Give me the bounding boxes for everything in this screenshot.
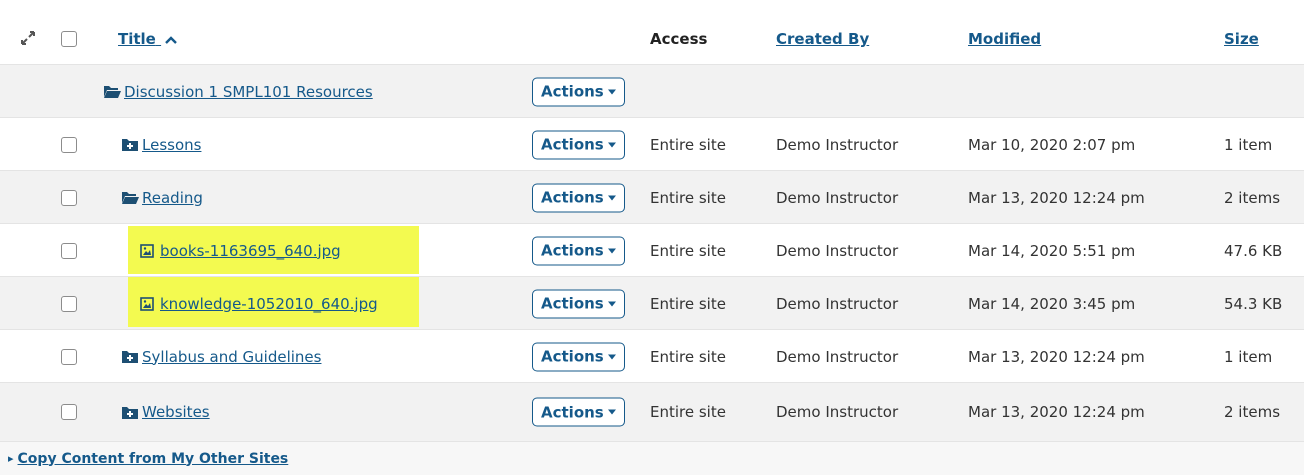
title-cell[interactable]: Syllabus and Guidelines (122, 330, 321, 383)
size-cell: 54.3 KB (1224, 294, 1283, 313)
folder-open-icon (104, 85, 121, 99)
row-checkbox[interactable] (61, 242, 77, 259)
access-cell: Entire site (650, 347, 726, 366)
actions-button[interactable]: Actions (532, 236, 625, 265)
folder-plus-icon (122, 405, 139, 419)
folder-plus-icon (122, 138, 139, 152)
select-all-checkbox[interactable] (61, 31, 77, 47)
image-file-icon (140, 243, 157, 258)
copy-content-cell[interactable]: ▸ Copy Content from My Other Sites (8, 442, 288, 475)
modified-cell: Mar 13, 2020 12:24 pm (968, 188, 1145, 207)
created-by-cell: Demo Instructor (776, 294, 899, 313)
item-link[interactable]: knowledge-1052010_640.jpg (160, 295, 378, 313)
expand-icon[interactable] (20, 30, 36, 50)
caret-down-icon (607, 301, 616, 306)
size-cell: 1 item (1224, 135, 1273, 154)
caret-down-icon (607, 248, 616, 253)
table-row: Syllabus and Guidelines Actions Entire s… (0, 329, 1304, 383)
sort-ascending-icon (165, 30, 177, 48)
copy-content-link[interactable]: Copy Content from My Other Sites (18, 451, 289, 467)
folder-plus-icon (122, 350, 139, 364)
actions-button[interactable]: Actions (532, 289, 625, 318)
row-checkbox[interactable] (61, 348, 77, 365)
size-cell: 47.6 KB (1224, 241, 1283, 260)
title-cell[interactable]: Lessons (122, 118, 201, 171)
created-by-cell: Demo Instructor (776, 403, 899, 421)
title-column-header[interactable]: Title (118, 14, 177, 64)
modified-cell: Mar 10, 2020 2:07 pm (968, 135, 1136, 154)
title-cell[interactable]: Reading (122, 171, 203, 224)
folder-open-icon (122, 191, 139, 205)
caret-down-icon (607, 89, 616, 94)
row-checkbox[interactable] (61, 136, 77, 153)
created-by-sort-link[interactable]: Created By (776, 30, 869, 48)
created-by-cell: Demo Instructor (776, 241, 899, 260)
title-cell[interactable]: books-1163695_640.jpg (140, 224, 341, 277)
created-by-cell: Demo Instructor (776, 347, 899, 366)
item-link[interactable]: Syllabus and Guidelines (142, 348, 321, 366)
actions-button[interactable]: Actions (532, 77, 625, 106)
title-header-label: Title (118, 30, 156, 48)
modified-sort-link[interactable]: Modified (968, 30, 1041, 48)
table-row: Lessons Actions Entire site Demo Instruc… (0, 117, 1304, 171)
parent-folder-link[interactable]: Discussion 1 SMPL101 Resources (124, 83, 373, 101)
title-sort-link[interactable]: Title (118, 30, 177, 48)
title-cell[interactable]: Websites (122, 383, 210, 441)
created-by-cell: Demo Instructor (776, 188, 899, 207)
row-checkbox[interactable] (61, 295, 77, 312)
modified-column-header[interactable]: Modified (968, 14, 1041, 64)
modified-cell: Mar 13, 2020 12:24 pm (968, 347, 1145, 366)
actions-button[interactable]: Actions (532, 342, 625, 371)
table-row: Websites Actions Entire site Demo Instru… (0, 382, 1304, 441)
table-row: Reading Actions Entire site Demo Instruc… (0, 170, 1304, 224)
access-cell: Entire site (650, 294, 726, 313)
caret-down-icon (607, 354, 616, 359)
modified-cell: Mar 14, 2020 5:51 pm (968, 241, 1136, 260)
actions-button[interactable]: Actions (532, 130, 625, 159)
select-all-checkbox-cell (61, 14, 77, 64)
caret-right-icon: ▸ (8, 452, 14, 465)
access-cell: Entire site (650, 135, 726, 154)
access-cell: Entire site (650, 188, 726, 207)
copy-content-bar: ▸ Copy Content from My Other Sites (0, 441, 1304, 475)
size-column-header[interactable]: Size (1224, 14, 1259, 64)
title-cell[interactable]: knowledge-1052010_640.jpg (140, 277, 378, 330)
table-row: books-1163695_640.jpg Actions Entire sit… (0, 223, 1304, 277)
size-cell: 1 item (1224, 347, 1273, 366)
table-row: knowledge-1052010_640.jpg Actions Entire… (0, 276, 1304, 330)
caret-down-icon (607, 195, 616, 200)
size-sort-link[interactable]: Size (1224, 30, 1259, 48)
image-file-icon (140, 296, 157, 311)
caret-down-icon (607, 142, 616, 147)
actions-button[interactable]: Actions (532, 183, 625, 212)
table-row: Discussion 1 SMPL101 Resources Actions (0, 64, 1304, 118)
access-column-header: Access (650, 30, 708, 48)
row-checkbox[interactable] (61, 404, 77, 420)
created-by-column-header[interactable]: Created By (776, 14, 869, 64)
modified-cell: Mar 14, 2020 3:45 pm (968, 294, 1136, 313)
item-link[interactable]: Lessons (142, 136, 201, 154)
size-cell: 2 items (1224, 403, 1281, 421)
access-cell: Entire site (650, 241, 726, 260)
access-cell: Entire site (650, 403, 726, 421)
actions-button[interactable]: Actions (532, 397, 625, 427)
item-link[interactable]: Reading (142, 189, 203, 207)
created-by-cell: Demo Instructor (776, 135, 899, 154)
caret-down-icon (607, 409, 616, 415)
item-link[interactable]: Websites (142, 403, 210, 421)
item-link[interactable]: books-1163695_640.jpg (160, 242, 341, 260)
table-header: Title Access Created By Modified Size (0, 14, 1304, 64)
row-checkbox[interactable] (61, 189, 77, 206)
size-cell: 2 items (1224, 188, 1281, 207)
modified-cell: Mar 13, 2020 12:24 pm (968, 403, 1145, 421)
parent-folder-cell[interactable]: Discussion 1 SMPL101 Resources (104, 65, 373, 118)
